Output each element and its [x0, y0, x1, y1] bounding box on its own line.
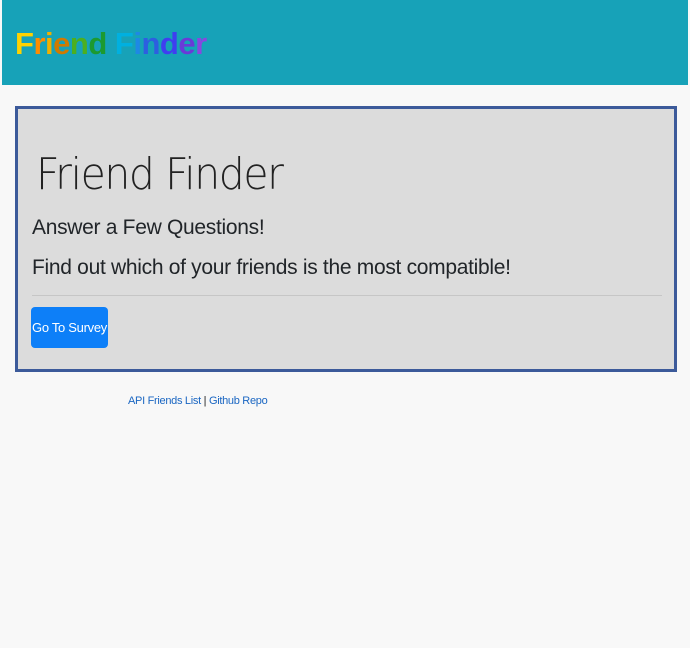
navbar: Friend Finder	[2, 0, 688, 85]
brand-letter	[107, 26, 115, 61]
brand-letter: i	[45, 26, 54, 61]
brand-letter: r	[33, 26, 46, 61]
api-friends-list-link[interactable]: API Friends List	[128, 395, 201, 407]
page-title: Friend Finder	[36, 149, 284, 200]
brand-letter: n	[141, 26, 160, 61]
brand-letter: d	[88, 26, 107, 61]
brand-letter: d	[159, 26, 179, 61]
link-separator: |	[203, 395, 207, 407]
brand-logo[interactable]: Friend Finder	[15, 24, 207, 64]
divider	[32, 295, 662, 296]
brand-letter: e	[178, 26, 196, 61]
lead-text-questions: Answer a Few Questions!	[32, 216, 265, 239]
go-to-survey-button[interactable]: Go To Survey	[31, 307, 108, 348]
brand-letter: n	[69, 26, 89, 61]
brand-letter: F	[114, 26, 134, 61]
brand-letter: r	[195, 26, 207, 61]
footer-links: API Friends List | Github Repo	[128, 395, 268, 407]
jumbotron: Friend Finder Answer a Few Questions! Fi…	[15, 106, 677, 372]
brand-letter: e	[53, 26, 70, 61]
brand-letter: F	[15, 26, 34, 61]
lead-text-compatible: Find out which of your friends is the mo…	[32, 256, 511, 279]
github-repo-link[interactable]: Github Repo	[209, 395, 268, 407]
